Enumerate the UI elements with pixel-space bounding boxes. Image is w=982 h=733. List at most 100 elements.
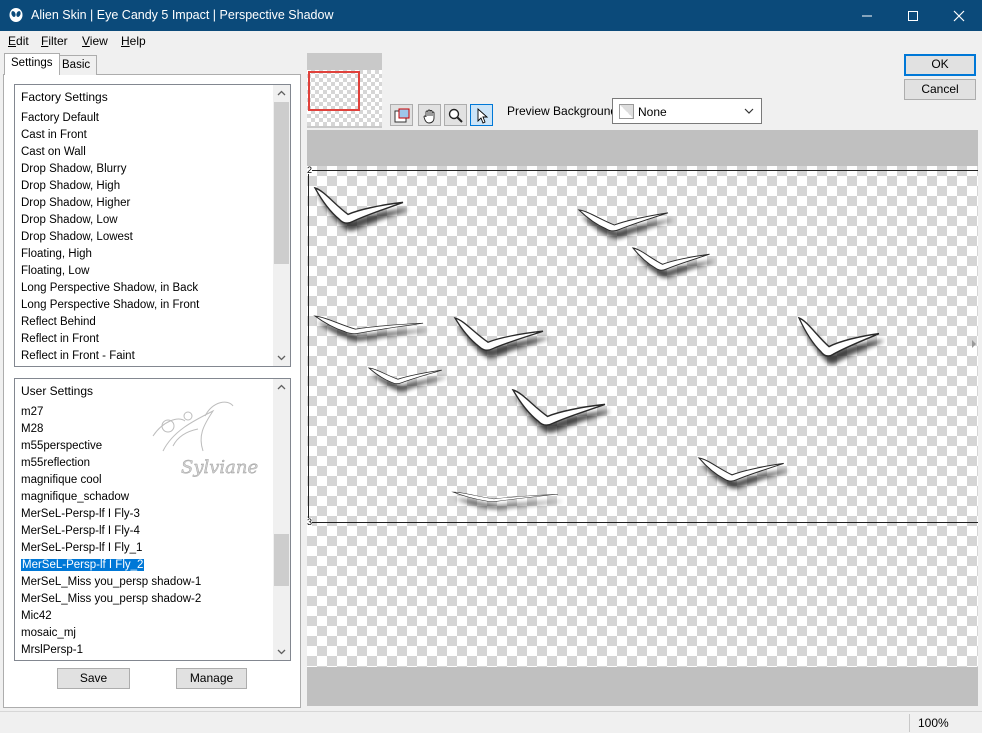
zoom-tool-button[interactable]	[444, 104, 467, 126]
list-item-label: Reflect in Front - Faint	[21, 350, 135, 362]
list-item[interactable]: Floating, Low	[15, 263, 274, 280]
manage-button[interactable]: Manage	[176, 668, 247, 689]
list-item[interactable]: Drop Shadow, Low	[15, 212, 274, 229]
menu-filter[interactable]: Filter	[41, 34, 68, 48]
status-bar: 100%	[0, 711, 982, 733]
user-settings-header: User Settings	[21, 384, 94, 398]
user-scrollbar[interactable]	[273, 379, 290, 660]
preview-background-value: None	[638, 105, 667, 119]
list-item-label: magnifique_schadow	[21, 491, 130, 503]
scroll-up-icon[interactable]	[277, 89, 286, 98]
preview-background-label: Preview Background:	[507, 104, 621, 118]
list-item-label: Drop Shadow, Low	[21, 214, 118, 226]
list-item-label: M28	[21, 423, 44, 435]
list-item-label: Reflect in Front	[21, 333, 99, 345]
zoom-level: 100%	[918, 716, 949, 730]
pointer-tool-button[interactable]	[470, 104, 493, 126]
zoom-icon	[448, 108, 463, 123]
list-item[interactable]: Cast on Wall	[15, 144, 274, 161]
minimize-button[interactable]	[844, 0, 890, 31]
factory-scroll-thumb[interactable]	[274, 102, 289, 264]
list-item[interactable]: magnifique cool	[15, 472, 274, 489]
list-item-label: Cast in Front	[21, 129, 87, 141]
hand-tool-button[interactable]	[418, 104, 441, 126]
list-item-label: Cast on Wall	[21, 146, 86, 158]
list-item[interactable]: m55reflection	[15, 455, 274, 472]
list-item[interactable]: magnifique_schadow	[15, 489, 274, 506]
seagulls-artwork	[314, 187, 976, 504]
close-button[interactable]	[936, 0, 982, 31]
maximize-button[interactable]	[890, 0, 936, 31]
list-item-label: Drop Shadow, Blurry	[21, 163, 127, 175]
list-item-label: Drop Shadow, High	[21, 180, 121, 192]
list-item[interactable]: m55perspective	[15, 438, 274, 455]
list-item-label: Mic42	[21, 610, 52, 622]
list-item[interactable]: Cast in Front	[15, 127, 274, 144]
pointer-icon	[477, 108, 489, 124]
list-item[interactable]: Floating, High	[15, 246, 274, 263]
background-swatch	[619, 104, 634, 119]
list-item-label: Long Perspective Shadow, in Back	[21, 282, 199, 294]
factory-scrollbar[interactable]	[273, 85, 290, 366]
scroll-up-icon[interactable]	[277, 383, 286, 392]
window-title: Alien Skin | Eye Candy 5 Impact | Perspe…	[31, 8, 334, 22]
list-item[interactable]: Mic42	[15, 608, 274, 625]
list-item[interactable]: MerSeL-Persp-lf I Fly_2	[15, 557, 274, 574]
list-item-label: mosaic_mj	[21, 627, 76, 639]
status-separator	[909, 714, 910, 732]
factory-settings-header: Factory Settings	[21, 90, 108, 104]
tab-basic[interactable]: Basic	[55, 55, 98, 75]
list-item[interactable]: MerSeL-Persp-lf I Fly-3	[15, 506, 274, 523]
list-item[interactable]: MrslPersp-1	[15, 642, 274, 659]
list-item[interactable]: Reflect in Front	[15, 331, 274, 348]
list-item[interactable]: Long Perspective Shadow, in Back	[15, 280, 274, 297]
list-item[interactable]: Factory Default	[15, 110, 274, 127]
tab-settings[interactable]: Settings	[4, 53, 60, 75]
list-item[interactable]: Drop Shadow, Lowest	[15, 229, 274, 246]
list-item[interactable]: MerSeL_Miss you_persp shadow-1	[15, 574, 274, 591]
list-item-label: Factory Default	[21, 112, 99, 124]
list-item-label: Floating, High	[21, 248, 92, 260]
scroll-down-icon[interactable]	[277, 647, 286, 656]
list-item[interactable]: Drop Shadow, High	[15, 178, 274, 195]
list-item[interactable]: MerSeL-Persp-lf I Fly_1	[15, 540, 274, 557]
navigator-viewport-marker[interactable]	[308, 71, 360, 111]
list-item[interactable]: m27	[15, 404, 274, 421]
list-item-label: MrslPersp-1	[21, 644, 83, 656]
list-item-label: m55perspective	[21, 440, 103, 452]
menu-view[interactable]: View	[82, 34, 108, 48]
list-item[interactable]: Drop Shadow, Higher	[15, 195, 274, 212]
list-item[interactable]: MerSeL-Persp-lf I Fly-4	[15, 523, 274, 540]
preview-background-select[interactable]: None	[612, 98, 762, 124]
maximize-icon	[908, 11, 918, 21]
preview-canvas[interactable]: 2 3	[307, 130, 978, 706]
menu-edit[interactable]: Edit	[8, 34, 29, 48]
navigator-tool-button[interactable]	[390, 104, 413, 126]
list-item-label: MerSeL-Persp-lf I Fly_1	[21, 542, 143, 554]
user-scroll-thumb[interactable]	[274, 534, 289, 586]
list-item[interactable]: MerSeL_Miss you_persp shadow-2	[15, 591, 274, 608]
chevron-down-icon	[744, 108, 754, 114]
cancel-button[interactable]: Cancel	[904, 79, 976, 100]
scroll-down-icon[interactable]	[277, 353, 286, 362]
user-settings-list[interactable]: Sylviane User Settings m27 M28 m55perspect…	[14, 378, 291, 661]
factory-settings-list[interactable]: Factory Settings Factory Default Cast in …	[14, 84, 291, 367]
list-item[interactable]: Reflect Behind	[15, 314, 274, 331]
close-icon	[953, 10, 965, 22]
menu-help[interactable]: Help	[121, 34, 146, 48]
list-item[interactable]: Long Perspective Shadow, in Front	[15, 297, 274, 314]
hand-icon	[423, 109, 435, 124]
ok-button[interactable]: OK	[904, 54, 976, 76]
list-item-label: Drop Shadow, Higher	[21, 197, 131, 209]
list-item[interactable]: Reflect in Front - Faint	[15, 348, 274, 365]
user-settings-rows: m27 M28 m55perspective m55reflection magnifi…	[15, 404, 274, 659]
save-button[interactable]: Save	[57, 668, 130, 689]
list-item[interactable]: M28	[15, 421, 274, 438]
navigator-icon	[394, 108, 410, 123]
list-item-label: m55reflection	[21, 457, 91, 469]
menu-bar: Edit Filter View Help	[0, 31, 982, 51]
list-item[interactable]: mosaic_mj	[15, 625, 274, 642]
list-item-label: MerSeL-Persp-lf I Fly-3	[21, 508, 140, 520]
title-bar: Alien Skin | Eye Candy 5 Impact | Perspe…	[0, 0, 982, 31]
list-item[interactable]: Drop Shadow, Blurry	[15, 161, 274, 178]
